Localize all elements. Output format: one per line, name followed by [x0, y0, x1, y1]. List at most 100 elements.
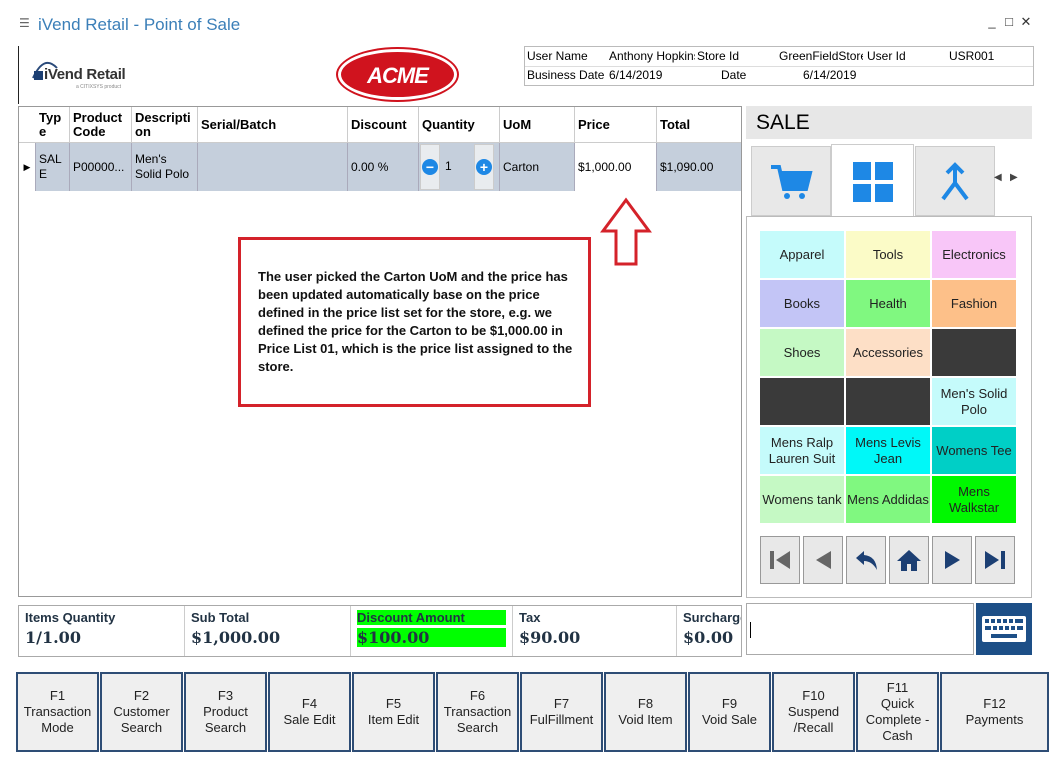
category-tile[interactable]: Health	[846, 280, 930, 327]
col-price[interactable]: Price	[575, 107, 657, 143]
close-button[interactable]: ✕	[1017, 14, 1035, 30]
category-tile[interactable]	[760, 378, 844, 425]
total-label: Items Quantity	[25, 610, 116, 625]
col-description[interactable]: Descripti on	[132, 107, 198, 143]
category-tile[interactable]: Womens tank	[760, 476, 844, 523]
category-tile[interactable]: Electronics	[932, 231, 1016, 278]
plus-icon: +	[476, 159, 492, 175]
category-tile[interactable]: Mens Ralp Lauren Suit	[760, 427, 844, 474]
col-total[interactable]: Total	[657, 107, 741, 143]
category-tile[interactable]: Accessories	[846, 329, 930, 376]
first-page-button[interactable]	[760, 536, 800, 584]
keyboard-button[interactable]	[976, 603, 1032, 655]
tab-cart[interactable]	[751, 146, 831, 216]
cell-discount[interactable]: 0.00 %	[348, 143, 419, 191]
cell-quantity[interactable]: − 1 +	[419, 143, 500, 191]
category-tile[interactable]	[846, 378, 930, 425]
col-discount[interactable]: Discount	[348, 107, 419, 143]
quantity-decrease-button[interactable]: −	[420, 144, 440, 190]
col-uom[interactable]: UoM	[500, 107, 575, 143]
previous-page-button[interactable]	[803, 536, 843, 584]
annotation-text: The user picked the Carton UoM and the p…	[258, 269, 573, 374]
category-tile[interactable]: Apparel	[760, 231, 844, 278]
business-date-label: Business Date	[527, 68, 605, 82]
category-tile[interactable]: Books	[760, 280, 844, 327]
cell-type[interactable]: SAL E	[36, 143, 70, 191]
merge-arrow-icon	[941, 162, 969, 201]
home-icon	[897, 550, 921, 571]
fkey-6-button[interactable]: F6 Transaction Search	[436, 672, 519, 752]
fkey-10-button[interactable]: F10 Suspend /Recall	[772, 672, 855, 752]
app-icon: ☰	[19, 16, 30, 30]
category-tile[interactable]	[932, 329, 1016, 376]
scroll-left-icon[interactable]: ◀	[994, 172, 1002, 183]
total-label: Discount Amount	[357, 610, 506, 625]
cell-price[interactable]: $1,000.00	[575, 143, 657, 191]
total-value: $90.00	[519, 628, 581, 647]
next-page-button[interactable]	[932, 536, 972, 584]
user-id-value: USR001	[949, 49, 995, 63]
cell-uom[interactable]: Carton	[500, 143, 575, 191]
last-page-button[interactable]	[975, 536, 1015, 584]
scan-input[interactable]	[746, 603, 974, 655]
category-tile[interactable]: Womens Tee	[932, 427, 1016, 474]
col-product-code[interactable]: Product Code	[70, 107, 132, 143]
fkey-5-button[interactable]: F5 Item Edit	[352, 672, 435, 752]
total-value: $1,000.00	[191, 628, 281, 647]
function-keys: F1 Transaction Mode F2 Customer Search F3 …	[16, 672, 1049, 752]
scroll-right-icon[interactable]: ▶	[1010, 172, 1018, 183]
total-items-quantity: Items Quantity 1/1.00	[19, 606, 185, 656]
tab-merge[interactable]	[915, 146, 995, 216]
category-tile[interactable]: Mens Levis Jean	[846, 427, 930, 474]
up-arrow-icon	[600, 197, 652, 266]
fkey-12-button[interactable]: F12 Payments	[940, 672, 1049, 752]
tab-categories[interactable]	[831, 144, 914, 218]
back-icon	[856, 551, 877, 570]
col-quantity[interactable]: Quantity	[419, 107, 500, 143]
back-button[interactable]	[846, 536, 886, 584]
fkey-9-button[interactable]: F9 Void Sale	[688, 672, 771, 752]
title-bar: ☰ iVend Retail - Point of Sale _ □ ✕	[0, 0, 1049, 48]
sale-panel-title: SALE	[746, 106, 1032, 139]
col-serial-batch[interactable]: Serial/Batch	[198, 107, 348, 143]
category-tile[interactable]: Mens Walkstar	[932, 476, 1016, 523]
logo-text: iVend Retail	[44, 66, 126, 83]
fkey-11-button[interactable]: F11 Quick Complete - Cash	[856, 672, 939, 752]
maximize-button[interactable]: □	[1000, 14, 1018, 29]
category-tile[interactable]: Mens Addidas	[846, 476, 930, 523]
next-icon	[945, 551, 960, 569]
fkey-8-button[interactable]: F8 Void Item	[604, 672, 687, 752]
cell-description[interactable]: Men's Solid Polo	[132, 143, 198, 191]
quantity-increase-button[interactable]: +	[474, 144, 494, 190]
user-name-label: User Name	[527, 49, 588, 63]
fkey-2-button[interactable]: F2 Customer Search	[100, 672, 183, 752]
total-value: 1/1.00	[25, 628, 81, 647]
user-id-label: User Id	[867, 49, 906, 63]
row-indicator-icon: ▶	[19, 143, 36, 191]
home-button[interactable]	[889, 536, 929, 584]
total-sub-total: Sub Total $1,000.00	[185, 606, 351, 656]
tab-scroll-arrows[interactable]: ◀ ▶	[994, 172, 1018, 183]
table-row[interactable]: ▶ SAL E P00000... Men's Solid Polo 0.00 …	[19, 143, 741, 191]
category-tile[interactable]: Men's Solid Polo	[932, 378, 1016, 425]
grid-icon	[852, 161, 893, 202]
business-date-value: 6/14/2019	[609, 68, 663, 82]
total-label: Surcharge	[683, 610, 741, 625]
fkey-7-button[interactable]: F7 FulFillment	[520, 672, 603, 752]
fkey-3-button[interactable]: F3 Product Search	[184, 672, 267, 752]
fkey-1-button[interactable]: F1 Transaction Mode	[16, 672, 99, 752]
category-tile[interactable]: Tools	[846, 231, 930, 278]
total-tax: Tax $90.00	[513, 606, 677, 656]
minimize-button[interactable]: _	[983, 14, 1001, 29]
cell-total[interactable]: $1,090.00	[657, 143, 741, 191]
total-value: $0.00	[683, 628, 734, 647]
cell-product-code[interactable]: P00000...	[70, 143, 132, 191]
ivend-logo: iVend Retail a CITIXSYS product	[30, 52, 130, 92]
col-type[interactable]: Typ e	[36, 107, 70, 143]
category-tile[interactable]: Shoes	[760, 329, 844, 376]
cart-icon	[771, 165, 813, 199]
category-tile[interactable]: Fashion	[932, 280, 1016, 327]
cell-serial-batch[interactable]	[198, 143, 348, 191]
minus-icon: −	[422, 159, 438, 175]
fkey-4-button[interactable]: F4 Sale Edit	[268, 672, 351, 752]
